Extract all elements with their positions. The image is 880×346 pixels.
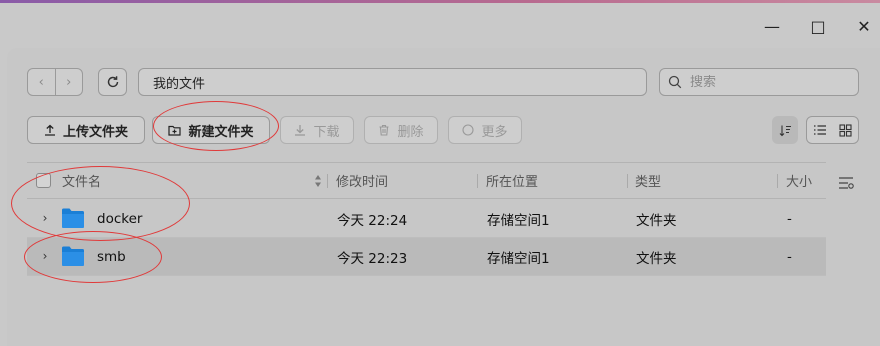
col-modified-header[interactable]: 修改时间 bbox=[336, 163, 388, 198]
column-divider[interactable] bbox=[777, 174, 778, 188]
upload-folder-button[interactable]: 上传文件夹 bbox=[27, 116, 145, 144]
more-circle-icon bbox=[462, 124, 475, 136]
column-divider[interactable] bbox=[327, 174, 328, 188]
modified-time: 今天 22:24 bbox=[337, 212, 408, 229]
path-bar[interactable]: 我的文件 bbox=[138, 68, 647, 96]
search-icon bbox=[668, 75, 682, 89]
upload-folder-label: 上传文件夹 bbox=[62, 124, 128, 140]
column-divider[interactable] bbox=[477, 174, 478, 188]
minimize-button[interactable]: — bbox=[760, 14, 784, 38]
select-all-checkbox[interactable] bbox=[36, 173, 51, 188]
table-row[interactable]: › smb 今天 22:23 存储空间1 文件夹 - bbox=[27, 238, 826, 276]
grid-view-icon bbox=[839, 123, 852, 137]
download-button[interactable]: 下载 bbox=[280, 116, 354, 144]
search-input[interactable] bbox=[690, 74, 840, 90]
list-view-button[interactable] bbox=[807, 117, 833, 143]
folder-icon bbox=[62, 208, 84, 228]
col-size-label: 大小 bbox=[786, 175, 813, 190]
col-name-label: 文件名 bbox=[62, 175, 102, 190]
list-view-icon bbox=[813, 125, 826, 135]
chevron-right-icon[interactable]: › bbox=[37, 248, 53, 264]
grid-view-button[interactable] bbox=[833, 117, 859, 143]
file-type: 文件夹 bbox=[636, 250, 677, 267]
history-nav: ‹ › bbox=[27, 68, 83, 96]
file-name[interactable]: smb bbox=[97, 238, 126, 275]
col-type-label: 类型 bbox=[635, 175, 662, 190]
folder-icon bbox=[62, 246, 84, 266]
refresh-icon bbox=[107, 76, 118, 88]
search-box[interactable] bbox=[659, 68, 859, 96]
back-button[interactable]: ‹ bbox=[28, 69, 55, 95]
new-folder-icon bbox=[168, 125, 182, 136]
sort-updown-icon[interactable] bbox=[314, 174, 322, 188]
column-settings-icon bbox=[839, 177, 854, 189]
col-size-header[interactable]: 大小 bbox=[786, 163, 812, 198]
more-button[interactable]: 更多 bbox=[448, 116, 522, 144]
file-name[interactable]: docker bbox=[97, 200, 142, 237]
download-icon bbox=[295, 125, 306, 136]
sort-button[interactable] bbox=[772, 116, 798, 144]
column-settings-button[interactable] bbox=[837, 174, 855, 192]
chevron-right-icon[interactable]: › bbox=[37, 210, 53, 226]
path-text: 我的文件 bbox=[153, 76, 206, 92]
table-header: 文件名 修改时间 所在位置 类型 大小 bbox=[27, 162, 826, 199]
new-folder-label: 新建文件夹 bbox=[188, 124, 254, 140]
col-modified-label: 修改时间 bbox=[336, 175, 389, 190]
col-name-header[interactable]: 文件名 bbox=[62, 163, 101, 198]
col-type-header[interactable]: 类型 bbox=[635, 163, 661, 198]
col-location-header[interactable]: 所在位置 bbox=[486, 163, 538, 198]
upload-icon bbox=[44, 124, 55, 136]
col-location-label: 所在位置 bbox=[486, 175, 539, 190]
refresh-button[interactable] bbox=[98, 68, 127, 96]
more-label: 更多 bbox=[481, 124, 508, 140]
column-divider[interactable] bbox=[627, 174, 628, 188]
file-size: - bbox=[787, 248, 792, 265]
close-button[interactable]: ✕ bbox=[852, 14, 876, 38]
delete-label: 删除 bbox=[397, 124, 424, 140]
download-label: 下载 bbox=[313, 124, 340, 140]
forward-button[interactable]: › bbox=[54, 69, 83, 95]
window-top-strip bbox=[0, 0, 880, 3]
delete-button[interactable]: 删除 bbox=[364, 116, 438, 144]
file-type: 文件夹 bbox=[636, 212, 677, 229]
location: 存储空间1 bbox=[487, 250, 550, 267]
sort-icon bbox=[779, 125, 791, 136]
modified-time: 今天 22:23 bbox=[337, 250, 408, 267]
location: 存储空间1 bbox=[487, 212, 550, 229]
new-folder-button[interactable]: 新建文件夹 bbox=[152, 116, 270, 144]
maximize-button[interactable]: □ bbox=[806, 14, 830, 38]
trash-icon bbox=[379, 124, 389, 136]
file-size: - bbox=[787, 210, 792, 227]
table-row[interactable]: › docker 今天 22:24 存储空间1 文件夹 - bbox=[27, 200, 826, 238]
view-toggle bbox=[806, 116, 859, 144]
